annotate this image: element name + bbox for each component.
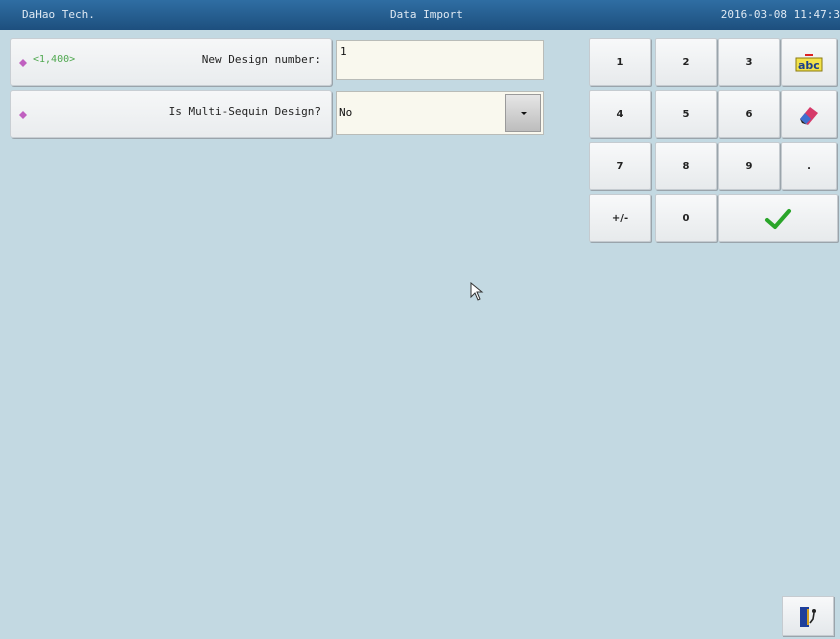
key-4[interactable]: 4 (589, 90, 651, 138)
key-1[interactable]: 1 (589, 38, 651, 86)
key-8[interactable]: 8 (655, 142, 717, 190)
key-2[interactable]: 2 (655, 38, 717, 86)
param-label: New Design number: (201, 53, 321, 66)
exit-button[interactable] (782, 596, 834, 636)
svg-text:abc: abc (798, 59, 820, 72)
chevron-down-icon (521, 112, 527, 115)
diamond-icon (19, 59, 27, 67)
key-6[interactable]: 6 (718, 90, 780, 138)
eraser-icon (800, 107, 818, 125)
key-plus-minus[interactable]: +/- (589, 194, 651, 242)
param-label: Is Multi-Sequin Design? (168, 105, 321, 118)
dropdown-button[interactable] (505, 94, 541, 132)
datetime: 2016-03-08 11:47:3 (720, 8, 840, 21)
range-hint: <1,400> (33, 54, 76, 65)
abc-keyboard-button[interactable]: abc (781, 38, 837, 86)
window-title: Data Import (390, 8, 463, 21)
clear-button[interactable] (781, 90, 837, 138)
title-bar: DaHao Tech. Data Import 2016-03-08 11:47… (0, 0, 840, 30)
key-7[interactable]: 7 (589, 142, 651, 190)
key-9[interactable]: 9 (718, 142, 780, 190)
key-5[interactable]: 5 (655, 90, 717, 138)
company-name: DaHao Tech. (22, 8, 95, 21)
param-row-multi-sequin[interactable]: Is Multi-Sequin Design? (10, 90, 332, 138)
select-value: No (339, 106, 353, 119)
checkmark-icon (765, 209, 791, 229)
design-number-input[interactable]: 1 (336, 40, 544, 80)
exit-door-icon (800, 607, 816, 627)
key-dot[interactable]: . (781, 142, 837, 190)
key-0[interactable]: 0 (655, 194, 717, 242)
param-row-design-number[interactable]: <1,400> New Design number: (10, 38, 332, 86)
mouse-cursor-icon (470, 282, 484, 301)
key-3[interactable]: 3 (718, 38, 780, 86)
abc-keyboard-icon: abc (795, 54, 823, 72)
confirm-button[interactable] (718, 194, 838, 242)
multi-sequin-select[interactable]: No (336, 91, 544, 135)
diamond-icon (19, 111, 27, 119)
